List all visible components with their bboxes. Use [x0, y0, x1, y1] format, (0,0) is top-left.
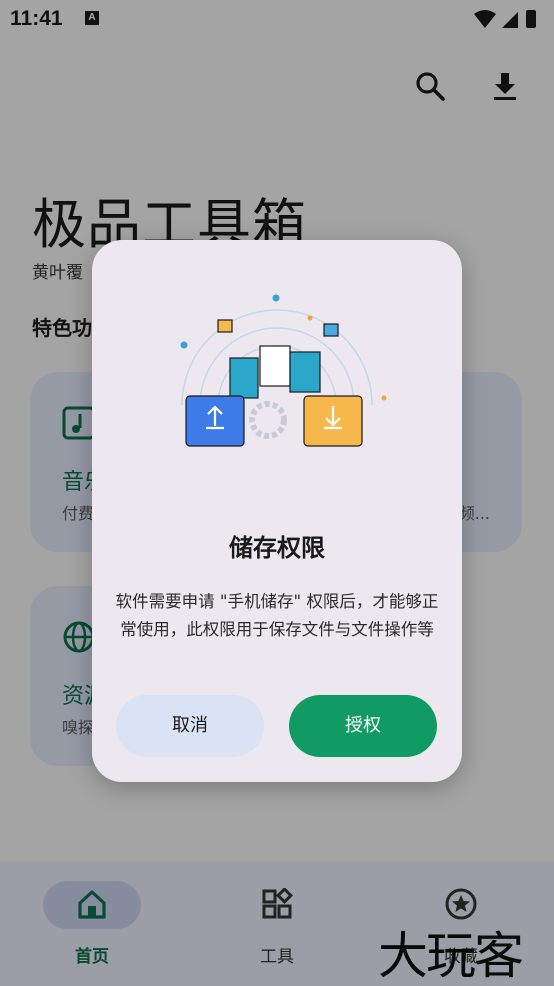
storage-permission-dialog: 储存权限 软件需要申请 "手机储存" 权限后，才能够正常使用，此权限用于保存文件…	[92, 240, 462, 782]
grant-button[interactable]: 授权	[289, 695, 437, 757]
dialog-message: 软件需要申请 "手机储存" 权限后，才能够正常使用，此权限用于保存文件与文件操作…	[115, 592, 439, 639]
dialog-title: 储存权限	[229, 534, 325, 562]
storage-illustration	[180, 294, 387, 447]
cancel-button[interactable]: 取消	[116, 695, 264, 757]
watermark: 大玩客	[378, 927, 524, 985]
